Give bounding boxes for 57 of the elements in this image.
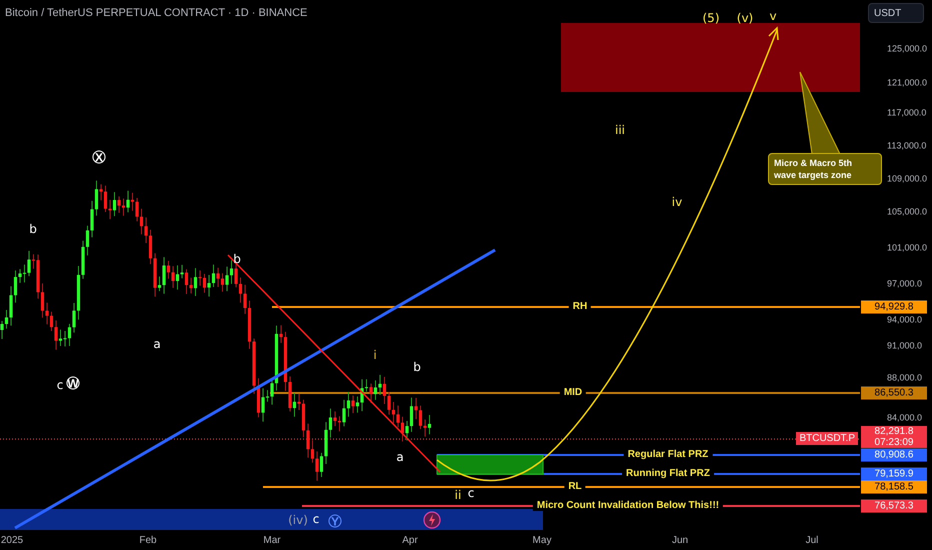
wave-label: c (56, 379, 64, 391)
wave-label: c (312, 513, 320, 525)
price-tick: 117,000.0 (887, 108, 926, 118)
time-tick: Mar (263, 534, 281, 548)
time-tick: Feb (139, 534, 157, 548)
countdown: 07:23:09 (874, 437, 914, 448)
currency-button[interactable]: USDT (868, 3, 924, 23)
price-tick: 101,000.0 (887, 244, 928, 252)
wave-label: (v) (736, 12, 754, 24)
wave-label: b (413, 361, 421, 373)
wave-label: iii (615, 124, 625, 136)
circled-wave-label: X (92, 150, 106, 164)
level-label: Micro Count Invalidation Below This!!! (532, 501, 724, 511)
chart-title: Bitcoin / TetherUS PERPETUAL CONTRACT · 1D · BINANCE (5, 6, 308, 21)
level-label: Regular Flat PRZ (624, 450, 712, 460)
wave-label: i (373, 349, 377, 361)
wave-label: ii (454, 489, 462, 501)
level-label: RH (568, 302, 592, 312)
price-badge: 79,159.9 (861, 468, 927, 480)
level-label: RL (564, 482, 586, 492)
wave-label: v (769, 10, 777, 22)
price-tick: 109,000.0 (887, 174, 928, 184)
level-label: Running Flat PRZ (622, 469, 714, 479)
level-label: MID (560, 388, 586, 398)
price-badge: 86,550.3 (861, 386, 927, 400)
price-tick: 94,000.0 (887, 316, 922, 324)
wave-label: b (233, 253, 241, 265)
price-tick: 105,000.0 (887, 208, 928, 216)
wave-label: b (29, 223, 37, 235)
price-tick: 84,000.0 (887, 414, 922, 422)
price-tick: 91,000.0 (887, 342, 922, 350)
price-badge: 78,158.5 (861, 480, 927, 494)
wave-label: (5) (702, 12, 720, 24)
price-tick: 97,000.0 (887, 280, 922, 288)
price-tick: 113,000.0 (887, 142, 926, 150)
price-tick: 121,000.0 (887, 78, 928, 88)
price-badge: 80,908.6 (861, 448, 927, 462)
time-tick: Apr (402, 534, 418, 548)
price-badge: 76,573.3 (861, 500, 927, 512)
wave-label: iv (672, 196, 682, 208)
wave-label: a (396, 451, 404, 463)
lightning-icon (423, 511, 441, 529)
time-tick: Jun (672, 534, 688, 548)
price-badge: 94,929.8 (861, 300, 927, 314)
symbol-tag: BTCUSDT.P (796, 432, 858, 445)
time-tick: Jul (806, 534, 818, 548)
current-price: 82,291.8 (874, 426, 914, 437)
wave-label: a (153, 338, 161, 350)
callout-box: Micro & Macro 5th wave targets zone (768, 153, 882, 185)
price-tick: 125,000.0 (887, 44, 928, 54)
wave-label: (iv) (288, 514, 308, 526)
time-tick: May (532, 534, 552, 548)
wave-label: c (468, 487, 474, 499)
circled-wave-label: Y (328, 514, 342, 528)
price-tick: 88,000.0 (887, 374, 922, 382)
circled-wave-label: W (66, 376, 80, 390)
time-tick: 2025 (0, 534, 24, 548)
